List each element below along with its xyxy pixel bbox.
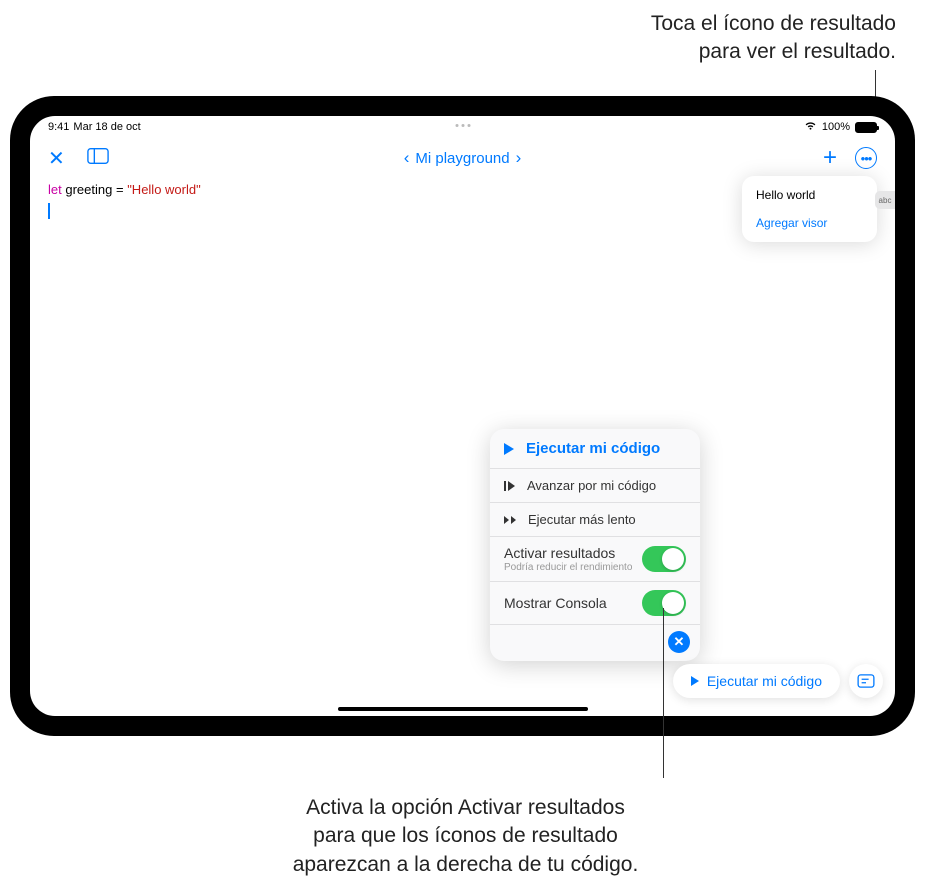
result-popover: Hello world Agregar visor bbox=[742, 176, 877, 242]
ipad-device-frame: 9:41 Mar 18 de oct 100% ✕ ‹ Mi playgroun bbox=[10, 96, 915, 736]
menu-toggle-results: Activar resultados Podría reducir el ren… bbox=[490, 537, 700, 582]
close-icon[interactable]: ✕ bbox=[48, 146, 65, 171]
menu-close-row: ✕ bbox=[490, 625, 700, 661]
result-value: Hello world bbox=[756, 188, 863, 202]
console-button[interactable] bbox=[849, 664, 883, 698]
step-forward-icon bbox=[504, 481, 515, 491]
run-code-button[interactable]: Ejecutar mi código bbox=[673, 664, 840, 698]
toggle-sublabel-results: Podría reducir el rendimiento bbox=[504, 562, 632, 573]
callout-top: Toca el ícono de resultado para ver el r… bbox=[651, 10, 896, 67]
toggle-switch-results[interactable] bbox=[642, 546, 686, 572]
add-viewer-link[interactable]: Agregar visor bbox=[756, 216, 863, 230]
menu-run-code[interactable]: Ejecutar mi código bbox=[490, 429, 700, 469]
multitask-dots[interactable] bbox=[455, 124, 470, 127]
run-menu-popover: Ejecutar mi código Avanzar por mi código… bbox=[490, 429, 700, 661]
more-icon[interactable]: ••• bbox=[855, 147, 877, 169]
text-cursor bbox=[48, 203, 50, 219]
menu-step-code[interactable]: Avanzar por mi código bbox=[490, 469, 700, 503]
battery-icon bbox=[855, 122, 877, 133]
menu-run-slow[interactable]: Ejecutar más lento bbox=[490, 503, 700, 537]
chevron-right-icon: › bbox=[516, 148, 522, 168]
string-literal: "Hello world" bbox=[127, 182, 201, 197]
keyword: let bbox=[48, 182, 62, 197]
chevron-left-icon: ‹ bbox=[404, 148, 410, 168]
home-indicator[interactable] bbox=[338, 707, 588, 711]
console-icon bbox=[857, 674, 875, 688]
play-icon bbox=[504, 443, 514, 455]
callout-bottom: Activa la opción Activar resultados para… bbox=[206, 794, 726, 879]
sidebar-toggle-icon[interactable] bbox=[87, 147, 109, 170]
toggle-label-results: Activar resultados bbox=[504, 545, 632, 561]
battery-percent: 100% bbox=[822, 121, 850, 133]
status-bar: 9:41 Mar 18 de oct 100% bbox=[30, 116, 895, 138]
close-menu-icon[interactable]: ✕ bbox=[668, 631, 690, 653]
status-time: 9:41 bbox=[48, 121, 69, 133]
play-icon bbox=[691, 676, 699, 686]
toggle-switch-console[interactable] bbox=[642, 590, 686, 616]
callout-leader-line-bottom bbox=[663, 608, 664, 778]
breadcrumb[interactable]: ‹ Mi playground › bbox=[404, 148, 522, 168]
wifi-icon bbox=[804, 121, 817, 134]
add-icon[interactable]: + bbox=[823, 144, 837, 172]
ipad-screen: 9:41 Mar 18 de oct 100% ✕ ‹ Mi playgroun bbox=[30, 116, 895, 716]
page-title: Mi playground bbox=[415, 150, 509, 167]
toggle-label-console: Mostrar Consola bbox=[504, 595, 607, 611]
result-type-tag[interactable]: abc bbox=[875, 191, 895, 209]
slow-play-icon bbox=[504, 516, 516, 524]
variable-name: greeting bbox=[65, 182, 112, 197]
app-toolbar: ✕ ‹ Mi playground › + ••• bbox=[30, 138, 895, 178]
menu-toggle-console: Mostrar Consola bbox=[490, 582, 700, 625]
status-date: Mar 18 de oct bbox=[73, 121, 140, 133]
